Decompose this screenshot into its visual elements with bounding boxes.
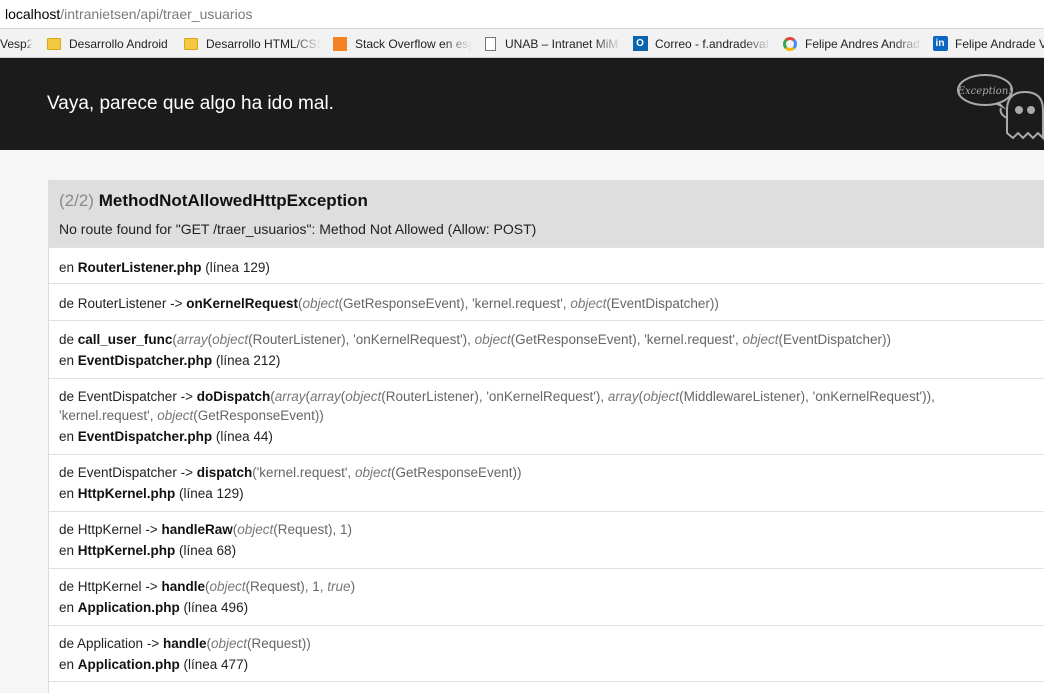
trace-location: en Application.php (línea 496) <box>59 600 249 615</box>
bookmark-item[interactable]: UNAB – Intranet MiM <box>482 35 622 52</box>
logo-text: Exception! <box>957 86 1013 97</box>
stackoverflow-icon <box>332 36 348 52</box>
trace-location: en EventDispatcher.php (línea 212) <box>59 353 281 368</box>
exception-block: (2/2) MethodNotAllowedHttpException No r… <box>48 180 1044 693</box>
function-name: handle <box>161 579 205 594</box>
document-icon <box>482 36 498 52</box>
bookmark-label: Felipe Andrade V <box>955 36 1044 51</box>
trace-item: de EventDispatcher -> doDispatch(array(a… <box>49 378 1044 454</box>
url-path: /intranietsen/api/traer_usuarios <box>60 6 253 22</box>
trace-call: de call_user_func(array(object(RouterLis… <box>59 332 892 347</box>
file-name[interactable]: Application.php <box>78 600 180 615</box>
trace-location: en EventDispatcher.php (línea 44) <box>59 429 273 444</box>
trace-call: de EventDispatcher -> doDispatch(array(a… <box>59 389 935 404</box>
trace-location: en HttpKernel.php (línea 129) <box>59 486 244 501</box>
trace-item: de EventDispatcher -> dispatch('kernel.r… <box>49 454 1044 511</box>
file-name[interactable]: EventDispatcher.php <box>78 429 212 444</box>
bookmark-item[interactable]: Desarrollo HTML/CSS <box>183 35 321 52</box>
bookmark-item[interactable]: O Correo - f.andradeval <box>632 35 772 52</box>
bookmark-item[interactable]: Vesp2 <box>0 35 32 52</box>
trace-item: de Application -> handle(object(Request)… <box>49 625 1044 682</box>
exception-title: (2/2) MethodNotAllowedHttpException <box>59 191 368 211</box>
trace-item: en RouterListener.php (línea 129) <box>49 247 1044 283</box>
function-name: handle <box>162 636 207 651</box>
function-name: onKernelRequest <box>186 296 298 311</box>
trace-location: en HttpKernel.php (línea 68) <box>59 543 237 558</box>
bookmark-label: Correo - f.andradeval <box>655 36 769 51</box>
folder-icon <box>183 36 199 52</box>
bookmark-item[interactable]: Desarrollo Android <box>46 35 174 52</box>
exception-count: (2/2) <box>59 191 94 210</box>
trace-item: de HttpKernel -> handle(object(Request),… <box>49 568 1044 625</box>
trace-call: de HttpKernel -> handleRaw(object(Reques… <box>59 522 353 537</box>
exception-class: MethodNotAllowedHttpException <box>98 191 368 210</box>
bookmark-label: Desarrollo HTML/CSS <box>206 36 321 51</box>
trace-location: en RouterListener.php (línea 129) <box>59 260 270 275</box>
bookmark-label: Vesp2 <box>0 36 32 51</box>
url-text[interactable]: localhost/intranietsen/api/traer_usuario… <box>5 6 253 22</box>
function-name: call_user_func <box>77 332 173 347</box>
file-name[interactable]: EventDispatcher.php <box>78 353 212 368</box>
page-title: Vaya, parece que algo ha ido mal. <box>47 93 334 114</box>
function-name: dispatch <box>196 465 253 480</box>
file-name[interactable]: HttpKernel.php <box>78 543 176 558</box>
bookmark-label: Desarrollo Android <box>69 36 168 51</box>
profile-ring-icon <box>782 36 798 52</box>
page-header: Vaya, parece que algo ha ido mal. Except… <box>0 58 1044 150</box>
bookmarks-bar: Vesp2 Desarrollo Android Desarrollo HTML… <box>0 29 1044 58</box>
bookmark-label: UNAB – Intranet MiM <box>505 36 619 51</box>
exception-header: (2/2) MethodNotAllowedHttpException No r… <box>49 181 1044 247</box>
linkedin-icon: in <box>932 36 948 52</box>
file-name[interactable]: Application.php <box>78 657 180 672</box>
bookmark-item[interactable]: Stack Overflow en esp <box>332 35 472 52</box>
url-host: localhost <box>5 6 61 22</box>
trace-call: de Application -> handle(object(Request)… <box>59 636 311 651</box>
trace-location: en Application.php (línea 477) <box>59 657 249 672</box>
trace-call-continued: 'kernel.request', object(GetResponseEven… <box>59 408 324 423</box>
function-name: handleRaw <box>161 522 233 537</box>
file-name[interactable]: HttpKernel.php <box>78 486 176 501</box>
trace-call: de HttpKernel -> handle(object(Request),… <box>59 579 356 594</box>
trace-item: de call_user_func(array(object(RouterLis… <box>49 320 1044 378</box>
trace-item: de HttpKernel -> handleRaw(object(Reques… <box>49 511 1044 568</box>
bookmark-item[interactable]: in Felipe Andrade V <box>932 35 1044 52</box>
outlook-icon: O <box>632 36 648 52</box>
trace-call: de EventDispatcher -> dispatch('kernel.r… <box>59 465 522 480</box>
exception-ghost-logo: Exception! <box>957 74 1044 141</box>
trace-call: de RouterListener -> onKernelRequest(obj… <box>59 296 719 311</box>
bookmark-item[interactable]: Felipe Andres Andrad <box>782 35 922 52</box>
exception-message: No route found for "GET /traer_usuarios"… <box>59 221 537 237</box>
bookmark-label: Felipe Andres Andrad <box>805 36 920 51</box>
address-bar[interactable]: localhost/intranietsen/api/traer_usuario… <box>0 0 1044 29</box>
trace-item: de RouterListener -> onKernelRequest(obj… <box>49 283 1044 320</box>
folder-icon <box>46 36 62 52</box>
function-name: doDispatch <box>196 389 271 404</box>
bookmark-label: Stack Overflow en esp <box>355 36 472 51</box>
file-name[interactable]: RouterListener.php <box>78 260 202 275</box>
